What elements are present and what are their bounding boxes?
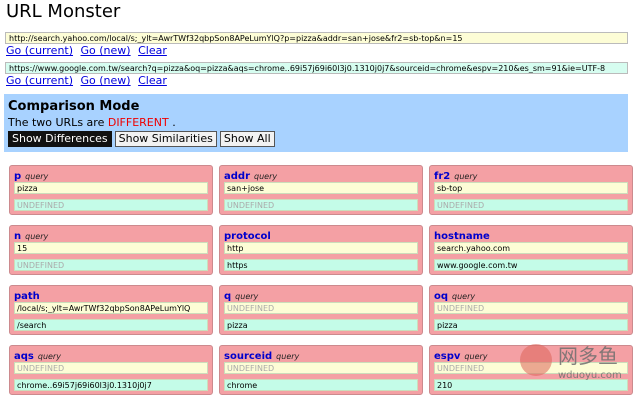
param-value-url1: search.yahoo.com [434, 242, 628, 254]
param-type: query [37, 352, 61, 361]
mode-buttons: Show Differences Show Similarities Show … [8, 131, 275, 147]
param-type: query [235, 292, 259, 301]
go-new-button-1[interactable]: Go (new) [81, 44, 131, 57]
go-current-button-1[interactable]: Go (current) [6, 44, 73, 57]
url-input-1[interactable]: http://search.yahoo.com/local/s;_ylt=Awr… [5, 32, 628, 44]
param-card-addr: addr query san+jose UNDEFINED [219, 165, 423, 215]
param-card-p: p query pizza UNDEFINED [9, 165, 213, 215]
param-value-url2: pizza [224, 319, 418, 331]
param-name: sourceid [224, 351, 273, 362]
param-value-url2: chrome..69i57j69i60l3j0.1310j0j7 [14, 379, 208, 391]
param-value-url2: https [224, 259, 418, 271]
show-differences-button[interactable]: Show Differences [8, 131, 112, 147]
comparison-panel: Comparison Mode The two URLs are DIFFERE… [4, 94, 628, 152]
param-name: fr2 [434, 171, 451, 182]
param-value-url2: UNDEFINED [224, 199, 418, 211]
param-value-url1: UNDEFINED [14, 362, 208, 374]
param-value-url2: www.google.com.tw [434, 259, 628, 271]
fish-logo-icon [520, 344, 552, 376]
param-name: p [14, 171, 22, 182]
param-value-url2: chrome [224, 379, 418, 391]
param-name: path [14, 291, 40, 302]
param-value-url2: UNDEFINED [14, 199, 208, 211]
comparison-title: Comparison Mode [8, 99, 140, 114]
param-value-url1: UNDEFINED [224, 302, 418, 314]
param-value-url2: UNDEFINED [434, 199, 628, 211]
param-card-path: path /local/s;_ylt=AwrTWf32qbpSon8APeLum… [9, 285, 213, 335]
comparison-status: The two URLs are DIFFERENT . [8, 116, 176, 129]
param-name: espv [434, 351, 461, 362]
watermark-cn: 网多鱼 [558, 344, 618, 368]
param-value-url1: pizza [14, 182, 208, 194]
param-card-n: n query 15 UNDEFINED [9, 225, 213, 275]
param-type: query [25, 232, 49, 241]
status-prefix: The two URLs are [8, 116, 105, 129]
param-name: n [14, 231, 22, 242]
param-value-url1: 15 [14, 242, 208, 254]
param-name: addr [224, 171, 250, 182]
watermark-en: wduoyu.com [558, 370, 622, 381]
go-current-button-2[interactable]: Go (current) [6, 74, 73, 87]
watermark: 网多鱼 wduoyu.com [520, 338, 630, 388]
param-value-url1: UNDEFINED [224, 362, 418, 374]
clear-button-1[interactable]: Clear [138, 44, 167, 57]
url-input-2[interactable]: https://www.google.com.tw/search?q=pizza… [5, 62, 628, 74]
param-value-url2: UNDEFINED [14, 259, 208, 271]
param-value-url2: pizza [434, 319, 628, 331]
param-type: query [454, 172, 478, 181]
show-all-button[interactable]: Show All [219, 131, 275, 147]
param-value-url1: /local/s;_ylt=AwrTWf32qbpSon8APeLumYlQ [14, 302, 208, 314]
status-suffix: . [172, 116, 176, 129]
param-type: query [276, 352, 300, 361]
param-name: aqs [14, 351, 34, 362]
go-new-button-2[interactable]: Go (new) [81, 74, 131, 87]
clear-button-2[interactable]: Clear [138, 74, 167, 87]
param-name: hostname [434, 231, 490, 242]
param-name: oq [434, 291, 449, 302]
param-type: query [464, 352, 488, 361]
param-value-url1: sb-top [434, 182, 628, 194]
param-card-aqs: aqs query UNDEFINED chrome..69i57j69i60l3… [9, 345, 213, 395]
param-name: protocol [224, 231, 271, 242]
param-name: q [224, 291, 232, 302]
param-type: query [25, 172, 49, 181]
param-card-q: q query UNDEFINED pizza [219, 285, 423, 335]
url1-actions: Go (current) Go (new) Clear [6, 44, 171, 57]
show-similarities-button[interactable]: Show Similarities [114, 131, 217, 147]
param-card-sourceid: sourceid query UNDEFINED chrome [219, 345, 423, 395]
param-type: query [254, 172, 278, 181]
param-card-hostname: hostname search.yahoo.com www.google.com… [429, 225, 633, 275]
url2-actions: Go (current) Go (new) Clear [6, 74, 171, 87]
param-card-fr2: fr2 query sb-top UNDEFINED [429, 165, 633, 215]
param-value-url1: san+jose [224, 182, 418, 194]
param-card-oq: oq query UNDEFINED pizza [429, 285, 633, 335]
status-value: DIFFERENT [107, 116, 169, 129]
param-type: query [452, 292, 476, 301]
param-value-url2: /search [14, 319, 208, 331]
param-card-protocol: protocol http https [219, 225, 423, 275]
app-title: URL Monster [6, 1, 121, 22]
param-value-url1: http [224, 242, 418, 254]
param-value-url1: UNDEFINED [434, 302, 628, 314]
